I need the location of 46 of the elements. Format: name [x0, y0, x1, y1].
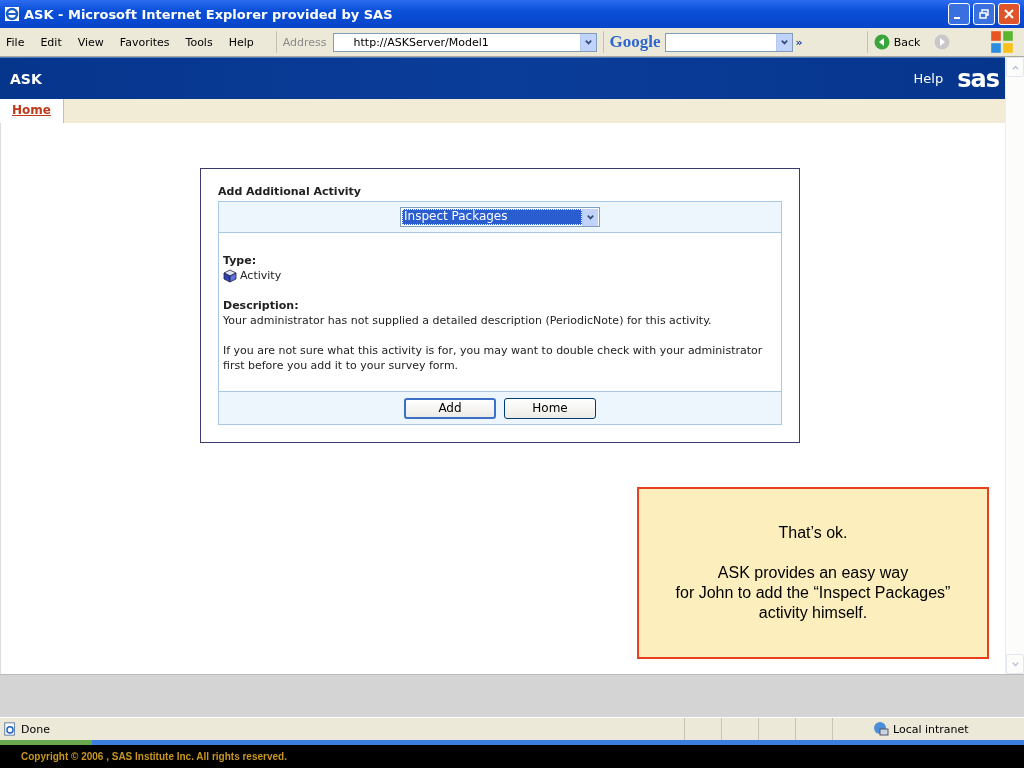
minimize-icon	[954, 17, 960, 19]
restore-button[interactable]	[973, 3, 995, 25]
restore-icon	[979, 9, 989, 19]
menu-item[interactable]: Help	[228, 35, 254, 49]
form-heading: Add Additional Activity	[218, 185, 362, 198]
type-value: Activity	[240, 268, 282, 283]
windows-flag-icon	[990, 30, 1015, 54]
copyright-text: Copyright © 2006 , SAS Institute Inc. All rights reserved.	[21, 751, 287, 762]
menu-item[interactable]: File	[6, 35, 25, 49]
search-field[interactable]	[664, 32, 793, 52]
chevron-down-icon	[586, 213, 595, 222]
help-link[interactable]: Help	[913, 71, 944, 86]
page-icon	[3, 722, 17, 736]
form-button[interactable]: Home	[504, 397, 596, 419]
menu-item[interactable]: Tools	[185, 35, 213, 49]
menu-item[interactable]: Edit	[40, 35, 62, 49]
address-field[interactable]: http://ASKServer/Model1	[332, 32, 597, 52]
close-button[interactable]	[998, 3, 1020, 25]
callout-text: ASK provides an easy way for John to add the “Inspect Packages” activity himself.	[675, 563, 951, 623]
minimize-button[interactable]	[948, 3, 970, 25]
menu-item[interactable]: Favorites	[119, 35, 170, 49]
chevron-down-icon	[779, 37, 789, 47]
back-button[interactable]: Back	[873, 34, 921, 50]
close-icon	[1004, 9, 1014, 19]
chevron-down-icon	[583, 37, 593, 47]
description-label: Description:	[223, 298, 300, 313]
network-icon	[873, 721, 889, 737]
sas-logo: sas	[957, 64, 999, 93]
menu-item[interactable]: View	[77, 35, 104, 49]
activity-dropdown[interactable]: Inspect Packages	[400, 207, 600, 227]
google-logo[interactable]: Google	[609, 32, 661, 52]
type-label: Type:	[223, 253, 258, 268]
window-title: ASK - Microsoft Internet Explorer provided by SAS	[24, 6, 394, 22]
callout-text: That’s ok.	[778, 523, 848, 543]
tab[interactable]: Home	[0, 99, 64, 123]
app-title: ASK	[10, 70, 43, 87]
cube-icon	[223, 268, 237, 283]
browser-icon	[4, 6, 20, 22]
more-chevron[interactable]: »	[795, 35, 803, 49]
zone-text: Local intranet	[893, 722, 970, 736]
status-text: Done	[21, 722, 51, 736]
address-label: Address	[282, 35, 327, 49]
description-text: Your administrator has not supplied a detailed description (PeriodicNote) for this activity.	[223, 313, 713, 328]
form-button[interactable]: Add	[404, 397, 496, 419]
note-text: If you are not sure what this activity is for, you may want to double check with your administrator first before you add it to your survey form.	[223, 343, 764, 373]
forward-icon[interactable]	[934, 34, 951, 50]
